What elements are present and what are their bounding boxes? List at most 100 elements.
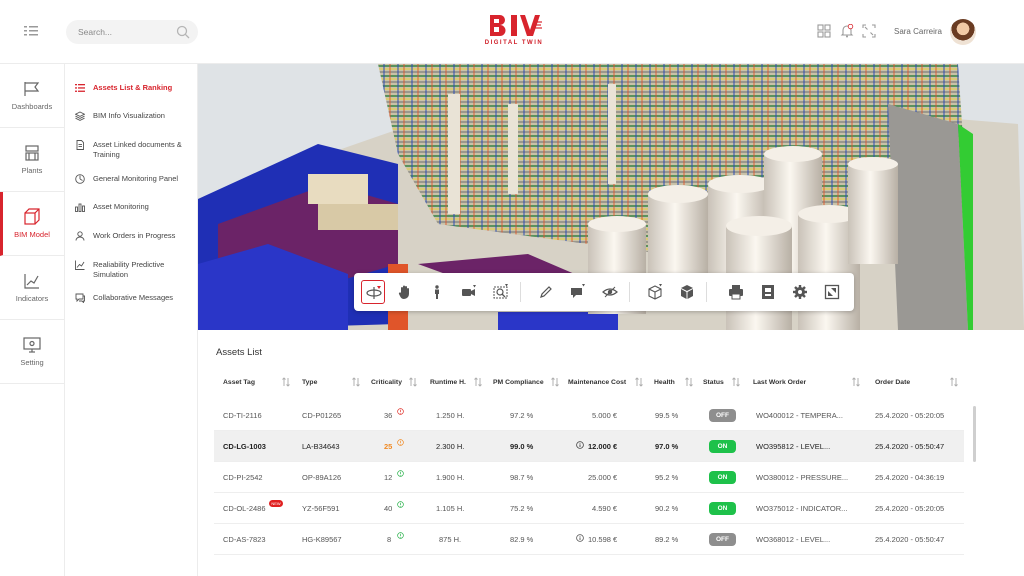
explode-tool-button[interactable] <box>675 280 699 304</box>
sort-icon[interactable] <box>551 377 559 387</box>
cell-criticality: 25 <box>384 442 393 451</box>
measure-tool-button[interactable] <box>534 280 558 304</box>
nav-item-bim-model[interactable]: BIM Model <box>0 192 64 256</box>
apps-grid-icon[interactable] <box>817 24 831 38</box>
bim-sub-menu: Assets List & Ranking BIM Info Visualiza… <box>65 64 198 576</box>
status-badge[interactable]: ON <box>709 440 736 453</box>
camera-tool-button[interactable] <box>457 280 481 304</box>
cell-pm-compliance: 75.2 % <box>510 504 534 513</box>
cell-runtime: 875 H. <box>439 535 462 544</box>
logo-mark-icon <box>490 15 542 36</box>
column-header-pm-compliance[interactable]: PM Compliance <box>493 379 544 386</box>
zoom-fit-button[interactable] <box>489 280 513 304</box>
cell-maintenance-cost: 12.000 € <box>588 442 618 451</box>
sort-icon[interactable] <box>732 377 740 387</box>
section-tool-button[interactable] <box>643 280 667 304</box>
bim-3d-viewport[interactable] <box>198 64 1024 330</box>
cell-maintenance-cost: 10.598 € <box>588 535 618 544</box>
cell-maintenance-cost: 5.000 € <box>592 411 618 420</box>
cell-criticality: 12 <box>384 473 393 482</box>
list-icon <box>75 84 85 92</box>
toolbar-divider <box>706 282 707 302</box>
cell-last-work-order[interactable]: WO395812 - LEVEL... <box>756 442 830 451</box>
fullscreen-viewer-button[interactable] <box>820 280 844 304</box>
bell-icon[interactable] <box>840 24 854 38</box>
sub-label-predictive-sim: Realiability Predictive Simulation <box>93 260 165 279</box>
status-badge[interactable]: ON <box>709 471 736 484</box>
column-header-health[interactable]: Health <box>654 379 675 386</box>
search-icon[interactable] <box>176 25 190 39</box>
sort-icon[interactable] <box>852 377 860 387</box>
model-browser-button[interactable] <box>756 280 780 304</box>
logo-subtitle: DIGITAL TWIN <box>484 40 544 46</box>
info-icon[interactable] <box>576 534 584 542</box>
cell-pm-compliance: 99.0 % <box>510 442 534 451</box>
nav-item-indicators[interactable]: Indicators <box>0 256 64 320</box>
user-name[interactable]: Sara Carreira <box>870 27 942 36</box>
sort-icon[interactable] <box>635 377 643 387</box>
section-box-icon <box>648 284 662 300</box>
sort-icon[interactable] <box>282 377 290 387</box>
sub-label-general-monitoring: General Monitoring Panel <box>93 174 179 183</box>
visibility-tool-button[interactable] <box>598 280 622 304</box>
cell-asset-tag[interactable]: CD-OL-2486 <box>223 504 266 513</box>
sub-label-messages: Collaborative Messages <box>93 293 174 302</box>
column-header-maintenance-cost[interactable]: Maintenance Cost <box>568 379 626 386</box>
sort-icon[interactable] <box>474 377 482 387</box>
app-logo[interactable]: DIGITAL TWIN <box>484 12 544 48</box>
cell-asset-tag[interactable]: CD-TI-2116 <box>223 411 262 420</box>
cell-asset-tag[interactable]: CD-LG-1003 <box>223 442 266 451</box>
cube-icon <box>681 285 693 299</box>
markup-tool-button[interactable] <box>566 280 590 304</box>
status-badge[interactable]: OFF <box>709 533 736 546</box>
cell-pm-compliance: 82.9 % <box>510 535 534 544</box>
cell-asset-tag[interactable]: CD-AS-7823 <box>223 535 266 544</box>
cell-last-work-order[interactable]: WO368012 - LEVEL... <box>756 535 830 544</box>
criticality-alert-icon <box>397 408 404 415</box>
criticality-alert-icon <box>397 470 404 477</box>
pan-tool-button[interactable] <box>393 280 417 304</box>
nav-item-dashboards[interactable]: Dashboards <box>0 64 64 128</box>
table-scrollbar[interactable] <box>973 406 976 462</box>
nav-item-setting[interactable]: Setting <box>0 320 64 384</box>
print-button[interactable] <box>724 280 748 304</box>
column-header-runtime[interactable]: Runtime H. <box>430 379 466 386</box>
column-header-last-work-order[interactable]: Last Work Order <box>753 379 806 386</box>
menu-icon[interactable] <box>24 24 42 38</box>
column-header-order-date[interactable]: Order Date <box>875 379 910 386</box>
cell-criticality: 40 <box>384 504 393 513</box>
table-row[interactable]: CD-TI-2116 CD-P01265 36 1.250 H. 97.2 % … <box>214 400 964 431</box>
orbit-icon <box>366 286 382 299</box>
cell-last-work-order[interactable]: WO380012 - PRESSURE... <box>756 473 848 482</box>
search-box[interactable] <box>66 20 198 44</box>
status-badge[interactable]: ON <box>709 502 736 515</box>
cell-health: 95.2 % <box>655 473 679 482</box>
info-icon[interactable] <box>576 441 584 449</box>
settings-button[interactable] <box>788 280 812 304</box>
orbit-tool-button[interactable] <box>361 280 385 304</box>
column-header-type[interactable]: Type <box>302 379 317 386</box>
sort-icon[interactable] <box>352 377 360 387</box>
table-row[interactable]: CD-LG-1003 LA-B34643 25 2.300 H. 99.0 % … <box>214 431 964 462</box>
nav-item-plants[interactable]: Plants <box>0 128 64 192</box>
search-input[interactable] <box>78 24 174 40</box>
cell-order-date: 25.4.2020 - 04:36:19 <box>875 473 945 482</box>
column-header-criticality[interactable]: Criticality <box>371 379 402 386</box>
status-badge[interactable]: OFF <box>709 409 736 422</box>
sort-icon[interactable] <box>685 377 693 387</box>
cell-maintenance-cost: 25.000 € <box>588 473 618 482</box>
cell-last-work-order[interactable]: WO375012 - INDICATOR... <box>756 504 847 513</box>
table-row[interactable]: CD-OL-2486 NEW YZ-56F591 40 1.105 H. 75.… <box>214 493 964 524</box>
sort-icon[interactable] <box>950 377 958 387</box>
column-header-asset-tag[interactable]: Asset Tag <box>223 379 255 386</box>
column-header-status[interactable]: Status <box>703 379 724 386</box>
walk-tool-button[interactable] <box>425 280 449 304</box>
table-row[interactable]: CD-PI-2542 OP-89A126 12 1.900 H. 98.7 % … <box>214 462 964 493</box>
worker-icon <box>75 231 85 241</box>
sort-icon[interactable] <box>409 377 417 387</box>
table-row[interactable]: CD-AS-7823 HG-K89567 8 875 H. 82.9 % 10.… <box>214 524 964 555</box>
user-avatar[interactable] <box>950 19 976 45</box>
cell-last-work-order[interactable]: WO400012 - TEMPERA... <box>756 411 843 420</box>
cell-asset-tag[interactable]: CD-PI-2542 <box>223 473 263 482</box>
top-header: DIGITAL TWIN Sara Carreira <box>0 0 1024 64</box>
